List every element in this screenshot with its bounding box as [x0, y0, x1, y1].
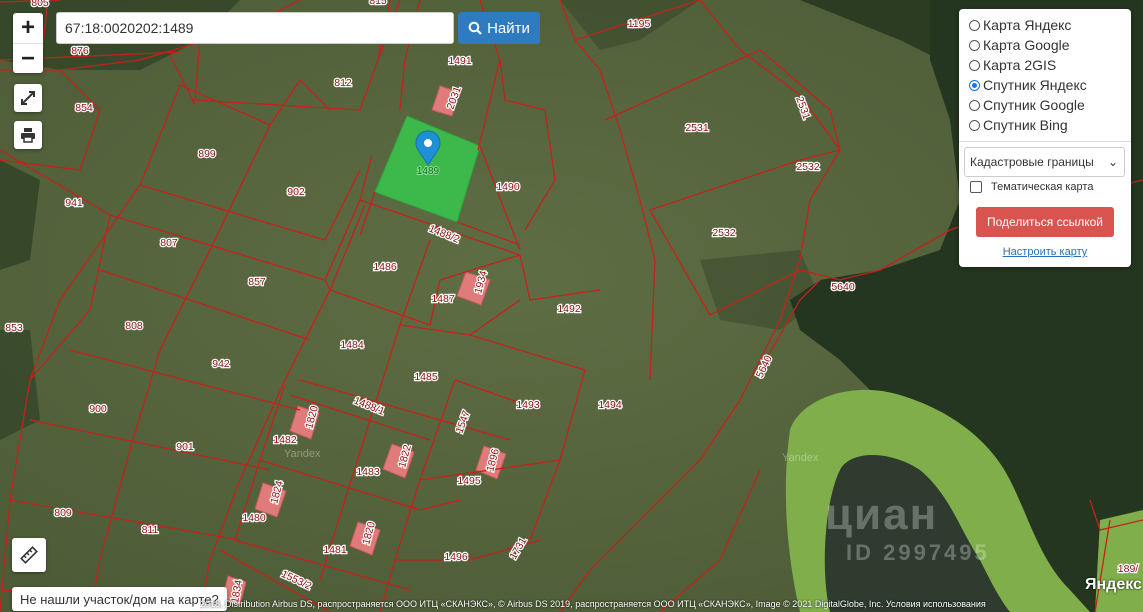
layer-option-google-map[interactable]: Карта Google [969, 35, 1070, 55]
ruler-icon [20, 546, 38, 564]
parcel-label: 1496 [444, 551, 468, 563]
parcel-label: 1492 [557, 303, 581, 315]
thematic-map-toggle[interactable]: Тематическая карта [970, 181, 1093, 193]
radio-icon[interactable] [969, 59, 980, 71]
configure-map-link[interactable]: Настроить карту [959, 246, 1131, 258]
parcel-label: 1494 [598, 399, 622, 411]
cadastral-search-input[interactable] [56, 12, 454, 44]
map-watermark: Yandex [782, 452, 819, 464]
divider [959, 141, 1131, 142]
parcel-label: 942 [212, 358, 230, 370]
layer-option-yandex-satellite[interactable]: Спутник Яндекс [969, 75, 1087, 95]
search-button-label: Найти [487, 19, 530, 37]
parcel-label: 899 [198, 148, 216, 160]
radio-icon[interactable] [969, 19, 980, 31]
ruler-button[interactable] [12, 538, 46, 572]
layer-panel: Карта Яндекс Карта Google Карта 2GIS Спу… [959, 9, 1131, 267]
parcel-label: 807 [160, 237, 178, 249]
parcel-label: 1480 [242, 512, 266, 524]
parcel-label: 805 [31, 0, 49, 9]
parcel-label: 5640 [831, 281, 855, 293]
expand-icon [21, 91, 35, 105]
parcel-label: 1484 [340, 339, 364, 351]
parcel-label: 1483 [356, 466, 380, 478]
zoom-control: + − [13, 13, 43, 73]
not-found-button[interactable]: Не нашли участок/дом на карте? [12, 587, 227, 611]
zoom-in-button[interactable]: + [13, 13, 43, 43]
parcel-label: 2531 [685, 122, 709, 134]
cian-watermark-id: ID 2997495 [846, 540, 990, 565]
checkbox-icon[interactable] [970, 181, 982, 193]
parcel-label: 876 [71, 45, 89, 57]
parcel-label: 189/ [1118, 563, 1139, 575]
parcel-label: 902 [287, 186, 305, 198]
selected-parcel-label: 1489 [417, 166, 440, 177]
overlay-select[interactable]: Кадастровые границы ⌄ [964, 147, 1125, 177]
parcel-label: 1487 [431, 293, 455, 305]
parcel-label: 853 [5, 322, 23, 334]
share-link-button[interactable]: Поделиться ссылкой [976, 207, 1114, 237]
parcel-label: 941 [65, 197, 83, 209]
parcel-label: 809 [54, 507, 72, 519]
parcel-label: 854 [75, 102, 93, 114]
radio-icon[interactable] [969, 39, 980, 51]
layer-option-google-satellite[interactable]: Спутник Google [969, 95, 1085, 115]
radio-icon[interactable] [969, 119, 980, 131]
chevron-down-icon: ⌄ [1107, 155, 1118, 169]
zoom-out-button[interactable]: − [13, 43, 43, 74]
printer-icon [21, 128, 35, 143]
layer-option-2gis-map[interactable]: Карта 2GIS [969, 55, 1056, 75]
print-button[interactable] [14, 121, 42, 149]
parcel-label: 1486 [373, 261, 397, 273]
parcel-label: 2532 [712, 227, 736, 239]
fullscreen-button[interactable] [14, 84, 42, 112]
parcel-label: 1485 [414, 371, 438, 383]
yandex-logo[interactable]: Яндекс [1085, 576, 1142, 594]
search-icon [468, 21, 482, 35]
radio-selected-icon[interactable] [969, 79, 980, 91]
parcel-label: 2532 [796, 161, 820, 173]
parcel-label: 1490 [496, 181, 520, 193]
parcel-label: 1495 [457, 475, 481, 487]
cian-watermark: циан [825, 490, 939, 539]
search-button[interactable]: Найти [458, 12, 540, 44]
parcel-label: 815 [369, 0, 387, 7]
layer-option-bing-satellite[interactable]: Спутник Bing [969, 115, 1068, 135]
parcel-label: 808 [125, 320, 143, 332]
parcel-label: 1482 [273, 434, 297, 446]
parcel-label: 901 [176, 441, 194, 453]
parcel-label: 857 [248, 276, 266, 288]
parcel-label: 1195 [628, 18, 651, 30]
parcel-label: 1493 [516, 399, 540, 411]
layer-option-yandex-map[interactable]: Карта Яндекс [969, 15, 1071, 35]
parcel-label: 1491 [448, 55, 472, 67]
parcel-label: 900 [89, 403, 107, 415]
map-watermark: Yandex [284, 448, 321, 460]
parcel-label: 811 [142, 524, 159, 536]
radio-icon[interactable] [969, 99, 980, 111]
parcel-label: 812 [334, 77, 352, 89]
parcel-label: 1481 [323, 544, 347, 556]
copyright-text: 2018, Distribution Airbus DS, распростра… [200, 599, 986, 609]
